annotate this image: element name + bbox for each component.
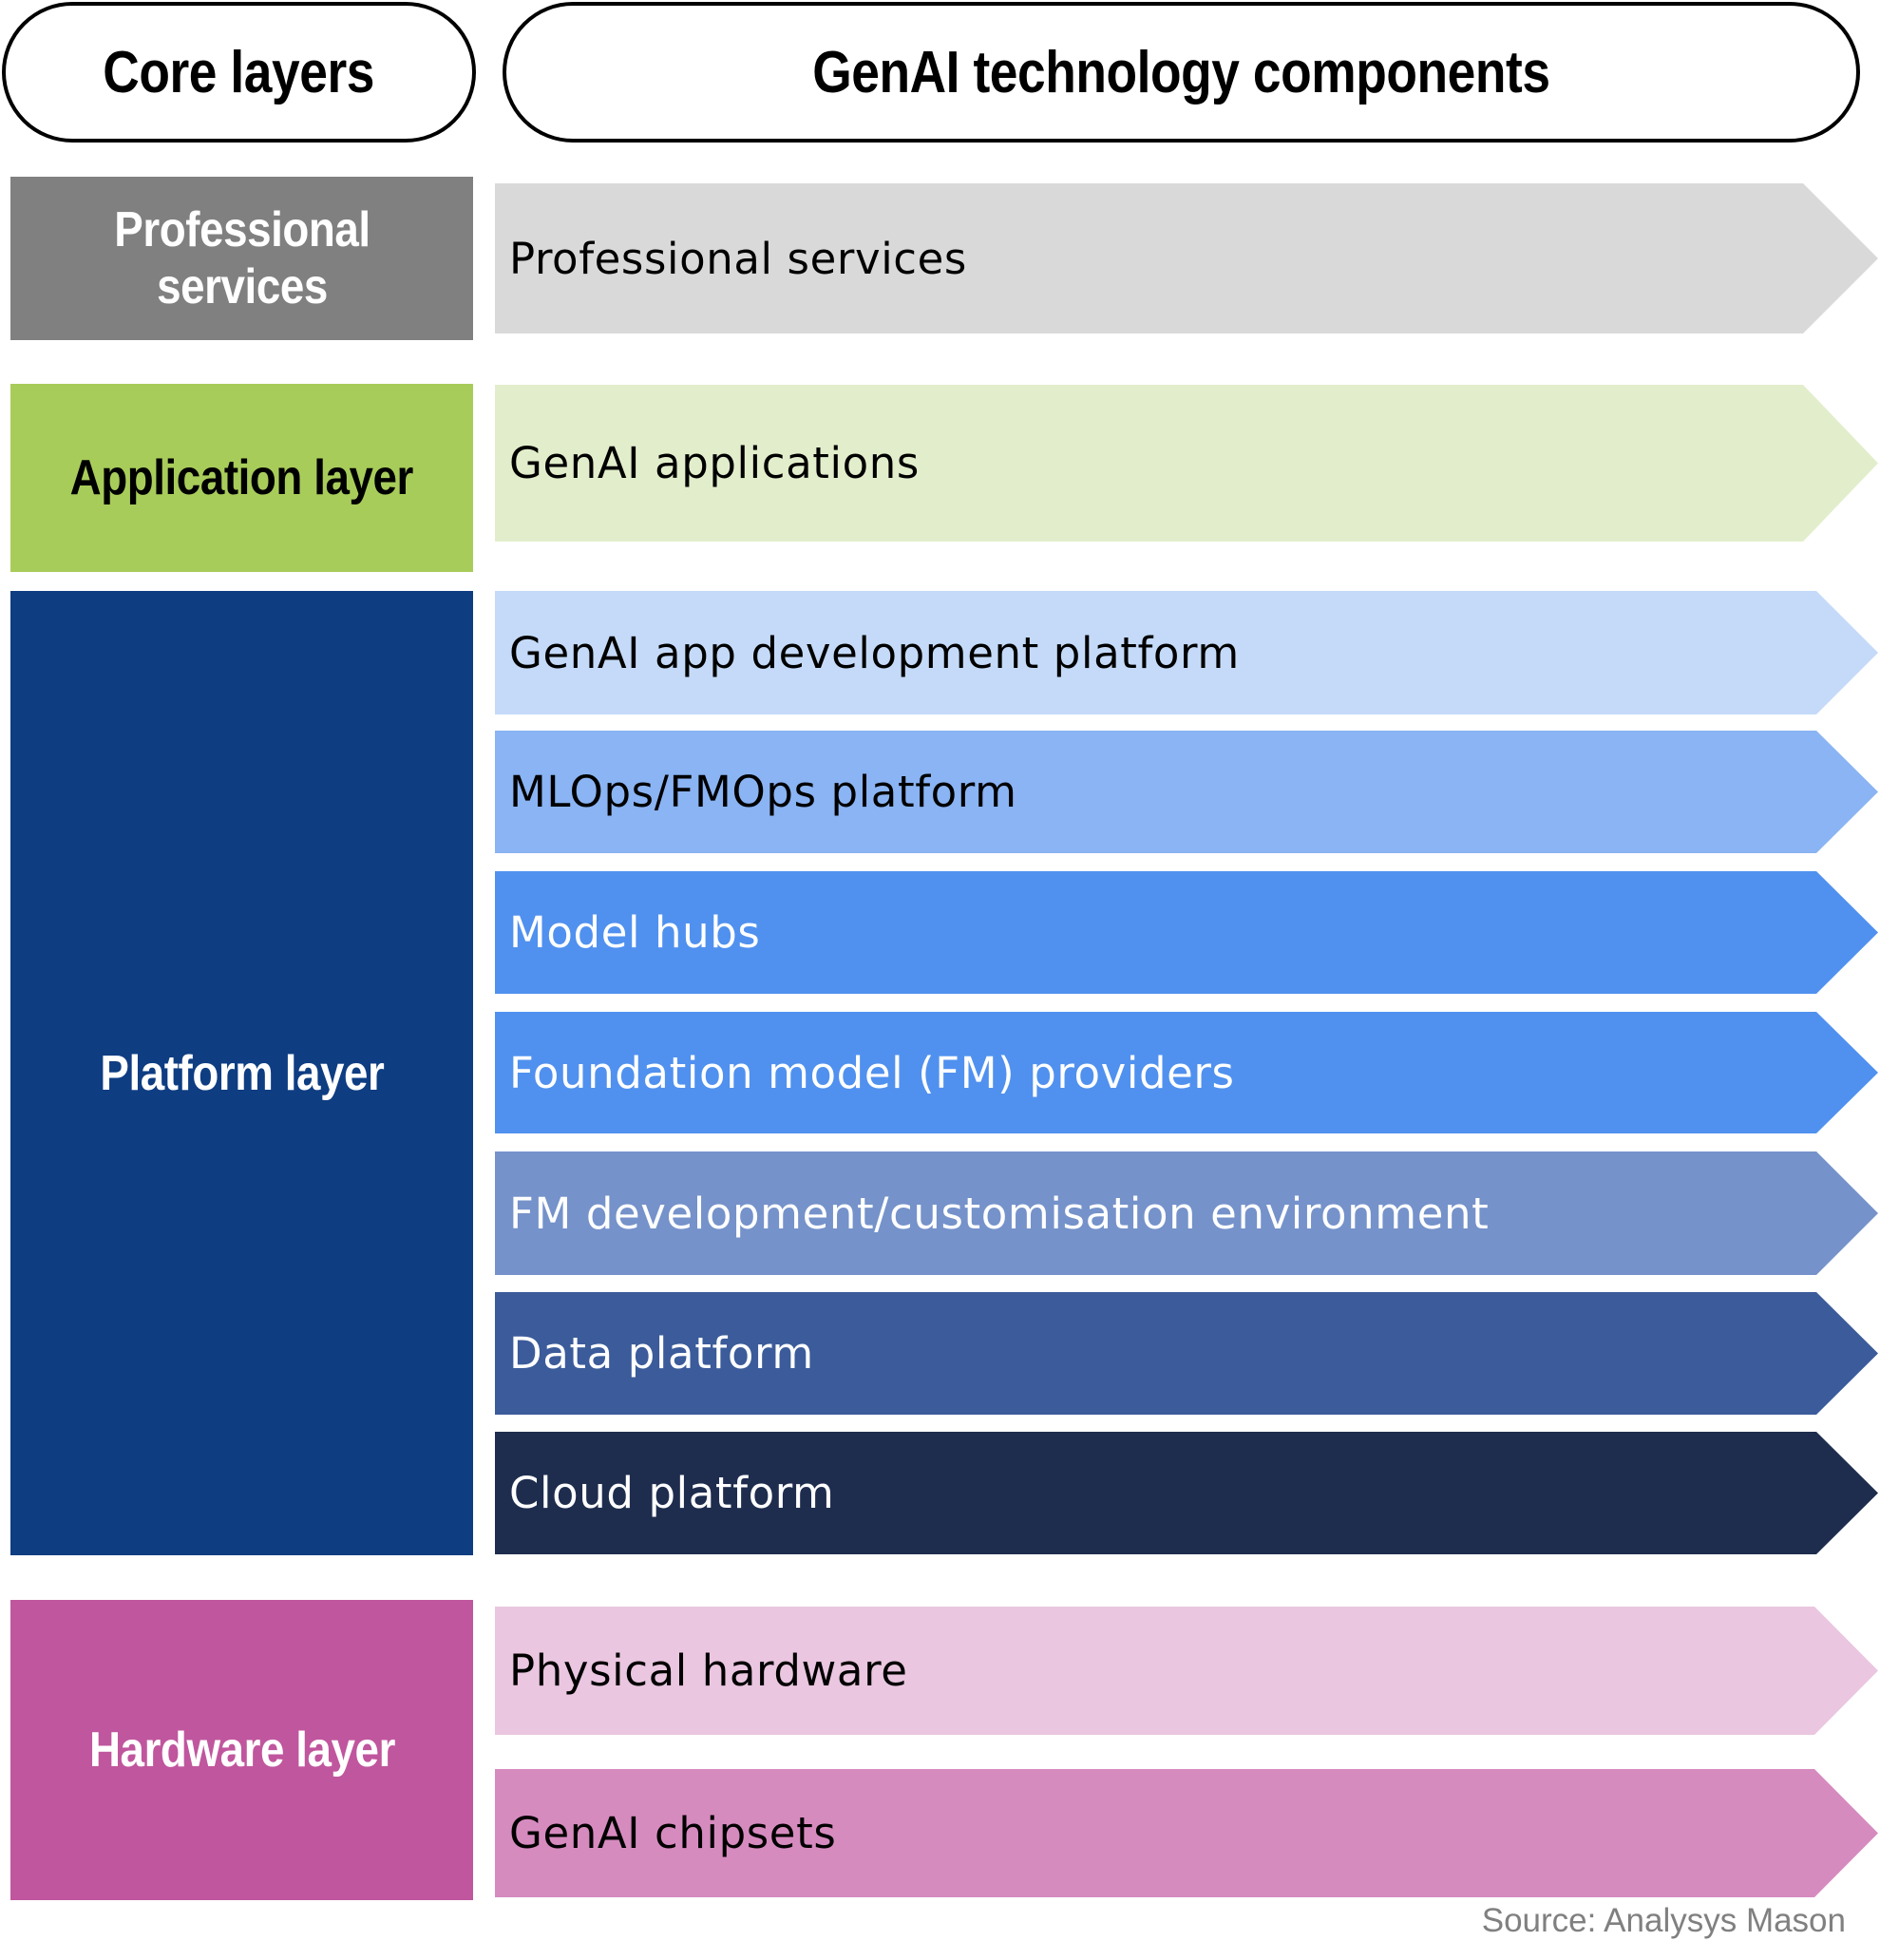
component-arrow: Foundation model (FM) providers (495, 1012, 1878, 1133)
layer-label: Application layer (69, 450, 414, 505)
component-arrow: GenAI applications (495, 385, 1878, 542)
component-arrow: Data platform (495, 1292, 1878, 1415)
layer-application: Application layer (10, 384, 473, 572)
component-label: GenAI chipsets (509, 1808, 837, 1858)
component-label: Professional services (509, 233, 967, 284)
core-layers-header: Core layers (2, 2, 476, 143)
component-arrow: Model hubs (495, 871, 1878, 994)
layer-professional-services: Professional services (10, 177, 473, 340)
component-label: Model hubs (509, 907, 761, 958)
component-arrow: Cloud platform (495, 1432, 1878, 1554)
component-arrow: Professional services (495, 183, 1878, 333)
component-label: FM development/customisation environment (509, 1188, 1490, 1239)
layer-label: Hardware layer (88, 1722, 395, 1778)
layer-hardware: Hardware layer (10, 1600, 473, 1900)
core-layers-header-label: Core layers (103, 39, 375, 105)
component-arrow: GenAI app development platform (495, 591, 1878, 714)
layer-label: Platform layer (99, 1045, 385, 1101)
component-label: Data platform (509, 1328, 814, 1379)
component-arrow: GenAI chipsets (495, 1769, 1878, 1897)
component-arrow: FM development/customisation environment (495, 1151, 1878, 1275)
layer-platform: Platform layer (10, 591, 473, 1555)
components-header-label: GenAI technology components (812, 39, 1550, 105)
components-header: GenAI technology components (503, 2, 1860, 143)
component-label: Cloud platform (509, 1468, 835, 1518)
component-label: MLOps/FMOps platform (509, 767, 1017, 817)
component-label: Physical hardware (509, 1646, 908, 1696)
component-label: Foundation model (FM) providers (509, 1047, 1235, 1098)
component-label: GenAI applications (509, 438, 920, 488)
component-label: GenAI app development platform (509, 627, 1240, 678)
source-note: Source: Analysys Mason (1481, 1902, 1846, 1939)
component-arrow: Physical hardware (495, 1607, 1878, 1735)
component-arrow: MLOps/FMOps platform (495, 731, 1878, 853)
layer-label: Professional services (113, 202, 370, 314)
